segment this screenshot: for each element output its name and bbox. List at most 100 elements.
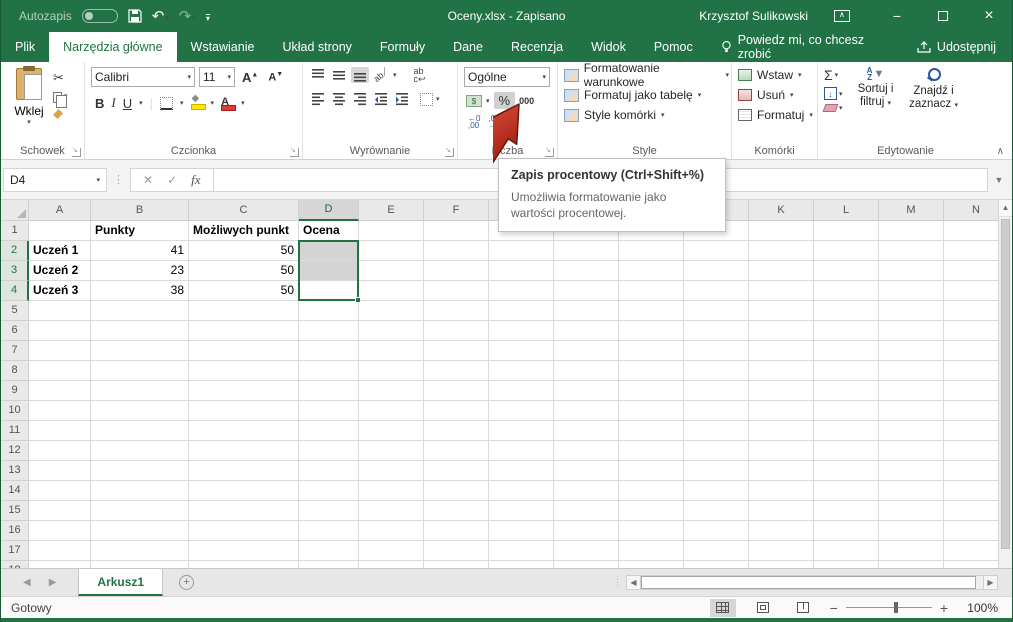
cell-B2[interactable]: 41 <box>91 241 189 261</box>
merge-dropdown[interactable]: ▾ <box>436 95 440 103</box>
cell-L8[interactable] <box>814 361 879 381</box>
cell-I14[interactable] <box>619 481 684 501</box>
sort-filter-button[interactable]: AZ ▼ Sortuj i filtruj ▾ <box>847 65 905 114</box>
cell-C15[interactable] <box>189 501 299 521</box>
align-right-icon[interactable] <box>351 91 369 107</box>
cell-I10[interactable] <box>619 401 684 421</box>
cell-E13[interactable] <box>359 461 424 481</box>
cell-A15[interactable] <box>29 501 91 521</box>
row-header-10[interactable]: 10 <box>1 401 29 421</box>
autosave-toggle[interactable] <box>82 9 118 23</box>
cell-I7[interactable] <box>619 341 684 361</box>
cell-J6[interactable] <box>684 321 749 341</box>
sheet-tab-arkusz1[interactable]: Arkusz1 <box>78 569 163 596</box>
ribbon-tab-pomoc[interactable]: Pomoc <box>640 32 707 62</box>
cell-E17[interactable] <box>359 541 424 561</box>
cell-F9[interactable] <box>424 381 489 401</box>
cell-L14[interactable] <box>814 481 879 501</box>
row-header-4[interactable]: 4 <box>1 281 29 301</box>
paste-button[interactable]: Wklej ▾ <box>7 65 51 141</box>
cell-N17[interactable] <box>944 541 1000 561</box>
column-header-N[interactable]: N <box>944 200 1000 221</box>
row-header-12[interactable]: 12 <box>1 441 29 461</box>
cell-M2[interactable] <box>879 241 944 261</box>
cell-K6[interactable] <box>749 321 814 341</box>
cell-K9[interactable] <box>749 381 814 401</box>
ribbon-tab-układ-strony[interactable]: Układ strony <box>268 32 365 62</box>
cell-N6[interactable] <box>944 321 1000 341</box>
column-header-L[interactable]: L <box>814 200 879 221</box>
zoom-in-icon[interactable]: + <box>940 600 948 616</box>
cell-C9[interactable] <box>189 381 299 401</box>
cell-G5[interactable] <box>489 301 554 321</box>
cell-H13[interactable] <box>554 461 619 481</box>
minimize-button[interactable]: − <box>874 0 920 32</box>
cell-I13[interactable] <box>619 461 684 481</box>
ribbon-tab-widok[interactable]: Widok <box>577 32 640 62</box>
cell-M10[interactable] <box>879 401 944 421</box>
cell-I11[interactable] <box>619 421 684 441</box>
maximize-button[interactable] <box>920 0 966 32</box>
cell-A14[interactable] <box>29 481 91 501</box>
cell-G6[interactable] <box>489 321 554 341</box>
cell-G10[interactable] <box>489 401 554 421</box>
cell-J18[interactable] <box>684 561 749 568</box>
close-button[interactable]: × <box>966 0 1012 32</box>
cell-N13[interactable] <box>944 461 1000 481</box>
cell-C14[interactable] <box>189 481 299 501</box>
column-header-B[interactable]: B <box>91 200 189 221</box>
zoom-slider[interactable] <box>846 607 932 608</box>
cell-A8[interactable] <box>29 361 91 381</box>
cell-D17[interactable] <box>299 541 359 561</box>
font-name-select[interactable]: Calibri▾ <box>91 67 195 87</box>
row-header-7[interactable]: 7 <box>1 341 29 361</box>
cell-L10[interactable] <box>814 401 879 421</box>
cell-H12[interactable] <box>554 441 619 461</box>
cell-G15[interactable] <box>489 501 554 521</box>
cell-H16[interactable] <box>554 521 619 541</box>
cell-F15[interactable] <box>424 501 489 521</box>
cell-J3[interactable] <box>684 261 749 281</box>
row-header-5[interactable]: 5 <box>1 301 29 321</box>
cell-B13[interactable] <box>91 461 189 481</box>
cell-M4[interactable] <box>879 281 944 301</box>
tab-scroll-splitter[interactable]: ⋮ <box>609 569 626 596</box>
cell-E15[interactable] <box>359 501 424 521</box>
cell-M8[interactable] <box>879 361 944 381</box>
cell-H11[interactable] <box>554 421 619 441</box>
cell-L12[interactable] <box>814 441 879 461</box>
paste-dropdown[interactable]: ▾ <box>27 118 31 126</box>
cell-A9[interactable] <box>29 381 91 401</box>
cell-J4[interactable] <box>684 281 749 301</box>
italic-button[interactable]: I <box>111 95 115 111</box>
cell-K14[interactable] <box>749 481 814 501</box>
cell-A11[interactable] <box>29 421 91 441</box>
cell-D5[interactable] <box>299 301 359 321</box>
cell-C17[interactable] <box>189 541 299 561</box>
cell-N8[interactable] <box>944 361 1000 381</box>
row-header-15[interactable]: 15 <box>1 501 29 521</box>
cell-B17[interactable] <box>91 541 189 561</box>
cell-C10[interactable] <box>189 401 299 421</box>
cell-F17[interactable] <box>424 541 489 561</box>
cell-K10[interactable] <box>749 401 814 421</box>
copy-icon[interactable]: ▾ <box>51 90 68 104</box>
cell-G2[interactable] <box>489 241 554 261</box>
cell-F12[interactable] <box>424 441 489 461</box>
cell-B9[interactable] <box>91 381 189 401</box>
clipboard-dialog-launcher[interactable] <box>72 148 81 157</box>
cancel-icon[interactable]: ✕ <box>143 173 153 187</box>
cell-E1[interactable] <box>359 221 424 241</box>
cell-H18[interactable] <box>554 561 619 568</box>
cell-E11[interactable] <box>359 421 424 441</box>
wrap-text-icon[interactable]: abc↩ <box>414 67 426 83</box>
cell-L17[interactable] <box>814 541 879 561</box>
cell-I17[interactable] <box>619 541 684 561</box>
alignment-dialog-launcher[interactable] <box>445 148 454 157</box>
vertical-scrollbar[interactable]: ▲ <box>998 200 1012 568</box>
cell-H8[interactable] <box>554 361 619 381</box>
cell-N11[interactable] <box>944 421 1000 441</box>
ribbon-tab-dane[interactable]: Dane <box>439 32 497 62</box>
cell-J9[interactable] <box>684 381 749 401</box>
cell-I3[interactable] <box>619 261 684 281</box>
